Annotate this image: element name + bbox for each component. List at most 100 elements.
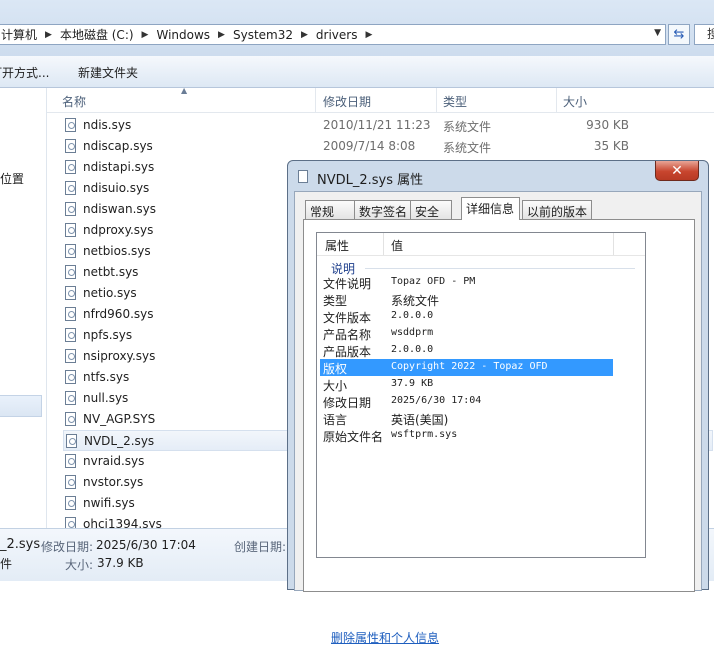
system-file-icon: [65, 181, 76, 195]
dialog-body: 常规 数字签名 安全 详细信息 以前的版本 属性 值 说明 文件说明 Topaz …: [294, 191, 702, 645]
tab-security[interactable]: 安全: [410, 200, 452, 219]
close-icon: ✕: [671, 162, 683, 179]
system-file-icon: [65, 475, 76, 489]
system-file-icon: [65, 160, 76, 174]
chevron-right-icon[interactable]: ▶: [299, 30, 310, 40]
tab-general[interactable]: 常规: [305, 200, 355, 219]
file-name: ndis.sys: [83, 118, 132, 132]
breadcrumb-drivers[interactable]: drivers: [310, 28, 364, 42]
nav-item-locations[interactable]: 位置: [0, 170, 24, 187]
tab-details[interactable]: 详细信息: [461, 197, 520, 220]
property-list-header: 属性 值: [317, 233, 645, 256]
nav-item-selected[interactable]: [0, 395, 42, 417]
system-file-icon: [65, 223, 76, 237]
refresh-button[interactable]: ⇆: [668, 24, 690, 45]
column-divider[interactable]: [383, 233, 384, 255]
address-bar[interactable]: 计算机 ▶ 本地磁盘 (C:) ▶ Windows ▶ System32 ▶ d…: [0, 24, 666, 45]
details-modified-label: 修改日期:: [41, 540, 94, 554]
breadcrumb-computer[interactable]: 计算机: [0, 26, 43, 43]
search-placeholder: 搜: [707, 27, 714, 41]
new-folder-button[interactable]: 新建文件夹: [78, 64, 138, 81]
file-name: ndistapi.sys: [83, 160, 155, 174]
system-file-icon: [65, 307, 76, 321]
navigation-pane: 位置: [0, 88, 47, 528]
file-name: nsiproxy.sys: [83, 349, 156, 363]
dialog-title: NVDL_2.sys 属性: [317, 173, 424, 188]
column-divider[interactable]: [556, 88, 557, 112]
property-row[interactable]: 版权 Copyright 2022 - Topaz OFD: [320, 359, 613, 376]
file-name: netbios.sys: [83, 244, 151, 258]
system-file-icon: [65, 454, 76, 468]
value-column-header[interactable]: 值: [391, 237, 403, 254]
file-list-header: ▲ 名称 修改日期 类型 大小: [47, 86, 714, 113]
tab-previous-versions[interactable]: 以前的版本: [522, 200, 592, 219]
system-file-icon: [65, 202, 76, 216]
file-name: netbt.sys: [83, 265, 139, 279]
file-name: ndproxy.sys: [83, 223, 154, 237]
details-created-label: 创建日期:: [234, 540, 287, 554]
details-file-type: 件: [0, 557, 13, 571]
file-icon: [298, 170, 308, 183]
column-name[interactable]: 名称: [62, 93, 86, 110]
system-file-icon: [65, 496, 76, 510]
property-row[interactable]: 产品版本 2.0.0.0: [320, 342, 613, 359]
property-name: 版权: [323, 362, 348, 376]
command-bar: 打开方式... 新建文件夹: [0, 56, 714, 88]
search-input[interactable]: 搜: [694, 24, 714, 45]
property-row[interactable]: 产品名称 wsddprm: [320, 325, 613, 342]
system-file-icon: [65, 328, 76, 342]
system-file-icon: [65, 412, 76, 426]
file-type: 系统文件: [443, 120, 492, 134]
breadcrumb-local-disk[interactable]: 本地磁盘 (C:): [54, 26, 140, 43]
property-name: 文件版本: [323, 311, 372, 325]
breadcrumb-windows[interactable]: Windows: [150, 28, 216, 42]
property-list[interactable]: 属性 值 说明 文件说明 Topaz OFD - PM 类型 系统文件 文件版本 2.0.…: [316, 232, 646, 558]
property-row[interactable]: 原始文件名 wsftprm.sys: [320, 427, 613, 444]
chevron-right-icon[interactable]: ▶: [43, 30, 54, 40]
property-name: 产品名称: [323, 328, 372, 342]
column-divider[interactable]: [436, 88, 437, 112]
remove-properties-link[interactable]: 删除属性和个人信息: [331, 629, 439, 646]
breadcrumb-system32[interactable]: System32: [227, 28, 299, 42]
file-row[interactable]: ndis.sys 2010/11/21 11:23 系统文件 930 KB: [63, 115, 713, 136]
address-dropdown-icon[interactable]: ▼: [654, 28, 661, 38]
chevron-right-icon[interactable]: ▶: [216, 30, 227, 40]
file-size: 930 KB: [586, 118, 629, 132]
property-name: 大小: [323, 379, 348, 393]
close-button[interactable]: ✕: [655, 161, 699, 181]
chevron-right-icon[interactable]: ▶: [140, 30, 151, 40]
property-row[interactable]: 文件版本 2.0.0.0: [320, 308, 613, 325]
file-date: 2010/11/21 11:23: [323, 118, 431, 132]
system-file-icon: [65, 391, 76, 405]
property-row[interactable]: 修改日期 2025/6/30 17:04: [320, 393, 613, 410]
property-value: 英语(美国): [391, 413, 449, 427]
property-row[interactable]: 文件说明 Topaz OFD - PM: [320, 274, 613, 291]
column-divider[interactable]: [613, 233, 614, 255]
column-date[interactable]: 修改日期: [323, 93, 371, 110]
column-type[interactable]: 类型: [443, 93, 467, 110]
system-file-icon: [65, 118, 76, 132]
dialog-title-bar[interactable]: NVDL_2.sys 属性 ✕: [288, 161, 708, 191]
property-name: 原始文件名: [323, 430, 384, 444]
column-divider[interactable]: [315, 88, 316, 112]
tab-digital-signatures[interactable]: 数字签名: [354, 200, 411, 219]
details-modified-value: 2025/6/30 17:04: [96, 538, 196, 552]
system-file-icon: [65, 349, 76, 363]
details-size-label: 大小:: [65, 558, 94, 572]
property-column-header[interactable]: 属性: [325, 237, 349, 254]
property-row[interactable]: 大小 37.9 KB: [320, 376, 613, 393]
system-file-icon: [66, 434, 77, 448]
property-value: 系统文件: [391, 294, 440, 308]
address-area: 计算机 ▶ 本地磁盘 (C:) ▶ Windows ▶ System32 ▶ d…: [0, 0, 714, 56]
chevron-right-icon[interactable]: ▶: [363, 30, 374, 40]
open-with-button[interactable]: 打开方式...: [0, 64, 49, 81]
file-name: ndiswan.sys: [83, 202, 157, 216]
property-row[interactable]: 类型 系统文件: [320, 291, 613, 308]
column-size[interactable]: 大小: [563, 93, 587, 110]
refresh-icon: ⇆: [673, 27, 685, 42]
property-row[interactable]: 语言 英语(美国): [320, 410, 613, 427]
property-name: 语言: [323, 413, 348, 427]
file-name: NVDL_2.sys: [84, 434, 155, 448]
system-file-icon: [65, 370, 76, 384]
file-row[interactable]: ndiscap.sys 2009/7/14 8:08 系统文件 35 KB: [63, 136, 713, 157]
